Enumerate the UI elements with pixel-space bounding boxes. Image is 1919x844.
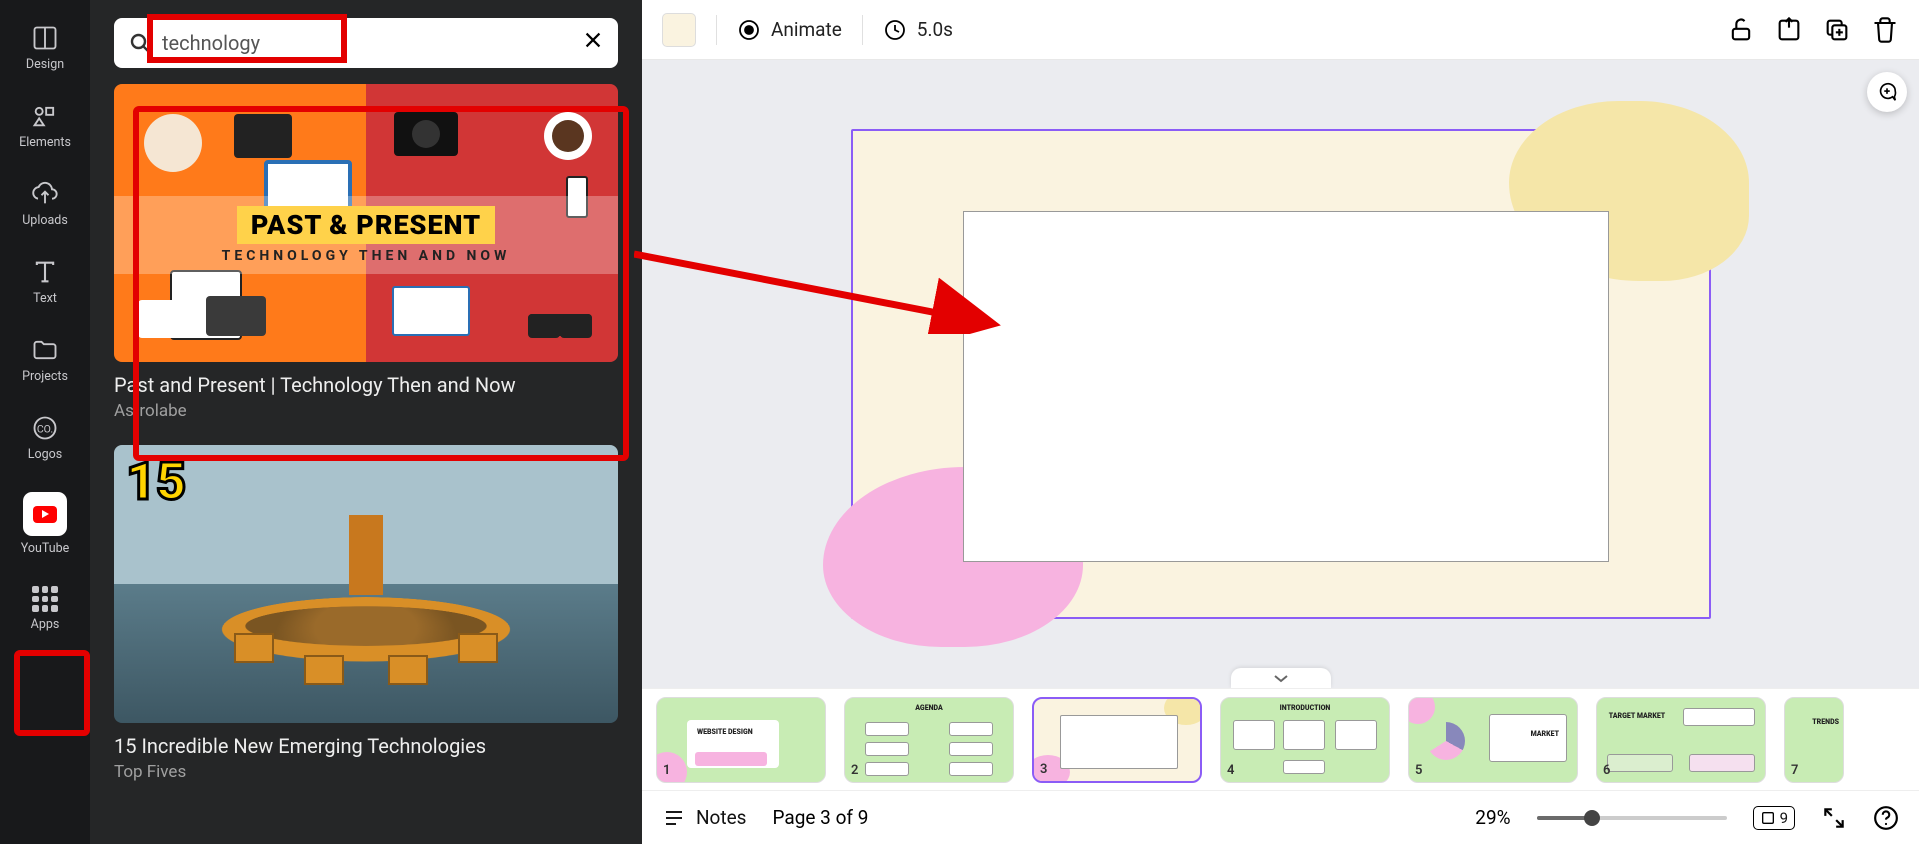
nav-rail: Design Elements Uploads Text Projects CO… <box>0 0 90 844</box>
fullscreen-icon[interactable] <box>1821 805 1847 831</box>
expand-timeline-button[interactable] <box>1231 668 1331 688</box>
nav-uploads[interactable]: Uploads <box>8 174 82 234</box>
slide-number: 2 <box>851 763 858 778</box>
nav-text-label: Text <box>33 291 57 306</box>
slide-thumb-7[interactable]: TRENDS 7 <box>1784 697 1844 783</box>
result-card-2[interactable]: 15 15 Incredible New Emerging Technologi… <box>114 445 618 782</box>
slide-thumb-5[interactable]: MARKET 5 <box>1408 697 1578 783</box>
zoom-slider[interactable] <box>1537 816 1727 820</box>
duration-button[interactable]: 5.0s <box>883 18 953 42</box>
filmstrip[interactable]: WEBSITE DESIGN 1 AGENDA 2 3 INTRODUCTION… <box>642 688 1919 790</box>
result-thumbnail: PAST & PRESENT TECHNOLOGY THEN AND NOW <box>114 84 618 362</box>
canvas-viewport[interactable] <box>642 60 1919 688</box>
result-author: Astrolabe <box>114 401 618 421</box>
result-title: Past and Present | Technology Then and N… <box>114 372 618 398</box>
youtube-icon <box>23 492 67 536</box>
thumb-badge: 15 <box>126 451 186 512</box>
slide-thumb-6[interactable]: TARGET MARKET 6 <box>1596 697 1766 783</box>
nav-text[interactable]: Text <box>8 252 82 312</box>
slide-number: 4 <box>1227 763 1234 778</box>
nav-logos[interactable]: CO. Logos <box>8 408 82 468</box>
background-color-swatch[interactable] <box>662 13 696 47</box>
nav-apps-label: Apps <box>31 617 60 632</box>
slide-thumb-3[interactable]: 3 <box>1032 697 1202 783</box>
nav-design[interactable]: Design <box>8 18 82 78</box>
side-panel: PAST & PRESENT TECHNOLOGY THEN AND NOW P… <box>90 0 642 844</box>
search-input[interactable] <box>162 31 572 55</box>
chevron-down-icon <box>1273 673 1289 683</box>
nav-youtube[interactable]: YouTube <box>8 486 82 562</box>
notes-icon <box>662 806 686 830</box>
top-toolbar: Animate 5.0s <box>642 0 1919 60</box>
nav-projects-label: Projects <box>22 369 68 384</box>
thumb-banner-title: PAST & PRESENT <box>237 206 495 244</box>
clock-icon <box>883 18 907 42</box>
close-icon <box>582 29 604 51</box>
slide-number: 7 <box>1791 763 1798 778</box>
zoom-value: 29% <box>1475 806 1510 829</box>
copy-icon[interactable] <box>1823 16 1851 44</box>
notes-button[interactable]: Notes <box>662 806 747 830</box>
animate-label: Animate <box>771 18 842 41</box>
nav-uploads-label: Uploads <box>22 213 68 228</box>
notes-label: Notes <box>696 806 747 829</box>
svg-text:CO.: CO. <box>37 423 53 436</box>
embed-placeholder[interactable] <box>963 211 1609 562</box>
trash-icon[interactable] <box>1871 16 1899 44</box>
result-card-1[interactable]: PAST & PRESENT TECHNOLOGY THEN AND NOW P… <box>114 84 618 421</box>
comment-plus-icon <box>1876 81 1898 103</box>
bottom-bar: Notes Page 3 of 9 29% 9 <box>642 790 1919 844</box>
slide-number: 1 <box>663 763 670 778</box>
results-list: PAST & PRESENT TECHNOLOGY THEN AND NOW P… <box>90 84 642 844</box>
canvas-area: Animate 5.0s WEBSITE DESIGN 1 <box>642 0 1919 844</box>
nav-elements-label: Elements <box>19 135 71 150</box>
nav-design-label: Design <box>26 57 64 72</box>
slide-thumb-4[interactable]: INTRODUCTION 4 <box>1220 697 1390 783</box>
slide-thumb-2[interactable]: AGENDA 2 <box>844 697 1014 783</box>
result-thumbnail: 15 <box>114 445 618 723</box>
nav-youtube-label: YouTube <box>21 541 70 556</box>
export-icon[interactable] <box>1775 16 1803 44</box>
page-frame[interactable] <box>851 129 1711 619</box>
search-box <box>114 18 618 68</box>
animate-icon <box>737 18 761 42</box>
nav-logos-label: Logos <box>28 447 62 462</box>
nav-elements[interactable]: Elements <box>8 96 82 156</box>
apps-icon <box>32 586 58 612</box>
add-comment-button[interactable] <box>1867 72 1907 112</box>
page-count-label: 9 <box>1780 809 1788 827</box>
page-indicator: Page 3 of 9 <box>773 806 869 829</box>
slide-thumb-1[interactable]: WEBSITE DESIGN 1 <box>656 697 826 783</box>
thumb-banner-subtitle: TECHNOLOGY THEN AND NOW <box>222 248 511 264</box>
result-title: 15 Incredible New Emerging Technologies <box>114 733 618 759</box>
result-author: Top Fives <box>114 762 618 782</box>
page-count-button[interactable]: 9 <box>1753 806 1795 830</box>
pages-icon <box>1760 810 1776 826</box>
slide-number: 6 <box>1603 763 1610 778</box>
slide-number: 3 <box>1040 762 1047 777</box>
nav-projects[interactable]: Projects <box>8 330 82 390</box>
clear-search-button[interactable] <box>582 28 604 58</box>
slide-number: 5 <box>1415 763 1422 778</box>
duration-label: 5.0s <box>917 18 953 41</box>
nav-apps[interactable]: Apps <box>8 580 82 638</box>
help-icon[interactable] <box>1873 805 1899 831</box>
unlock-icon[interactable] <box>1727 16 1755 44</box>
search-icon <box>128 31 152 55</box>
animate-button[interactable]: Animate <box>737 18 842 42</box>
